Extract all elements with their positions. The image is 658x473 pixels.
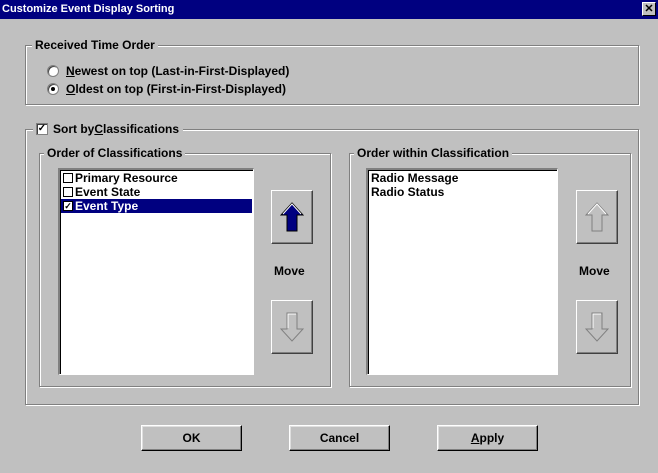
checkbox-icon: ✓	[36, 123, 48, 135]
item-checkbox-icon[interactable]	[63, 187, 73, 197]
list-item[interactable]: Primary Resource	[61, 171, 252, 185]
arrow-down-icon	[585, 312, 609, 342]
order-within-classification-legend: Order within Classification	[354, 146, 513, 161]
item-checkbox-icon[interactable]	[63, 173, 73, 183]
list-item[interactable]: Radio Status	[369, 185, 556, 199]
list-item[interactable]: Radio Message	[369, 171, 556, 185]
list-item[interactable]: Event State	[61, 185, 252, 199]
apply-button[interactable]: Apply	[437, 425, 538, 451]
oldest-radio-label: ldest on top (First-in-First-Displayed)	[75, 82, 287, 96]
oldest-radio-icon	[47, 83, 59, 95]
title-bar[interactable]: Customize Event Display Sorting ✕	[0, 0, 658, 19]
arrow-up-icon	[585, 202, 609, 232]
within-move-label: Move	[579, 264, 610, 278]
close-icon: ✕	[644, 3, 654, 15]
received-time-order-legend: Received Time Order	[32, 38, 158, 53]
classification-move-up-button[interactable]	[271, 190, 313, 244]
within-move-up-button[interactable]	[576, 190, 618, 244]
window-title: Customize Event Display Sorting	[2, 3, 175, 15]
newest-radio-icon	[47, 65, 59, 77]
within-move-down-button[interactable]	[576, 300, 618, 354]
oldest-on-top-radio[interactable]: Oldest on top (First-in-First-Displayed)	[47, 81, 286, 97]
classifications-list[interactable]: Primary Resource Event State ✓ Event Typ…	[58, 168, 254, 375]
within-classification-list[interactable]: Radio Message Radio Status	[366, 168, 558, 375]
list-item-selected[interactable]: ✓ Event Type	[61, 199, 252, 213]
item-checkbox-icon[interactable]: ✓	[63, 201, 73, 211]
close-button[interactable]: ✕	[642, 2, 656, 16]
arrow-down-icon	[280, 312, 304, 342]
order-of-classifications-legend: Order of Classifications	[44, 146, 186, 161]
classification-move-down-button[interactable]	[271, 300, 313, 354]
newest-radio-label: ewest on top (Last-in-First-Displayed)	[74, 64, 290, 78]
cancel-button[interactable]: Cancel	[289, 425, 390, 451]
newest-on-top-radio[interactable]: Newest on top (Last-in-First-Displayed)	[47, 63, 289, 79]
classification-move-label: Move	[274, 264, 305, 278]
arrow-up-icon	[280, 202, 304, 232]
ok-button[interactable]: OK	[141, 425, 242, 451]
sort-by-classifications-checkbox[interactable]: ✓ Sort by Classifications	[33, 121, 184, 137]
